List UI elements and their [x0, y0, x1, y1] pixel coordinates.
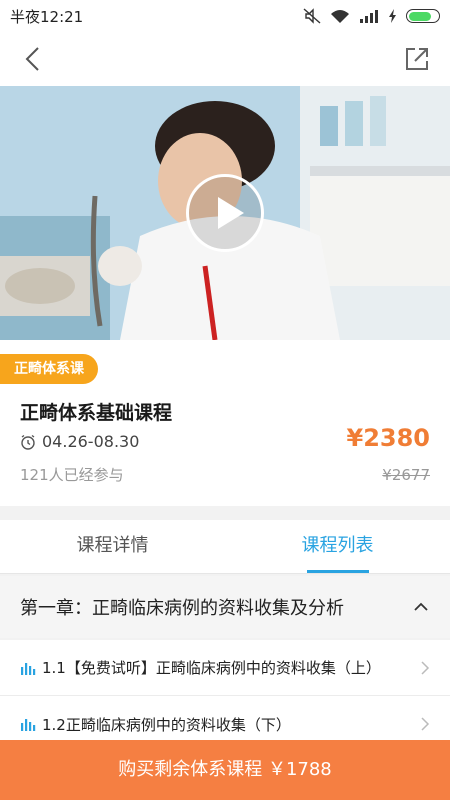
original-price: ¥2677 [382, 466, 430, 484]
tab-course-details[interactable]: 课程详情 [0, 520, 225, 573]
video-player[interactable] [0, 86, 450, 340]
course-date-range: 04.26-08.30 [42, 432, 140, 451]
battery-icon [406, 9, 440, 23]
course-title: 正畸体系基础课程 [20, 402, 173, 424]
participant-count: 121人已经参与 [20, 466, 124, 484]
chevron-right-icon [421, 660, 430, 675]
course-price: ¥2380 [346, 424, 431, 452]
chapter-title: 第一章：正畸临床病例的资料收集及分析 [20, 598, 344, 619]
buy-remaining-button[interactable]: 购买剩余体系课程 ￥1788 [0, 740, 450, 800]
nav-bar [0, 32, 450, 86]
charging-icon [389, 9, 396, 23]
back-arrow-icon[interactable] [18, 44, 48, 74]
chapter-header[interactable]: 第一章：正畸临床病例的资料收集及分析 [0, 576, 450, 638]
play-icon[interactable] [186, 174, 264, 252]
clock-icon [21, 434, 35, 450]
status-bar: 半夜12:21 [0, 0, 450, 32]
course-tag: 正畸体系课 [0, 354, 98, 384]
audio-bars-icon [21, 662, 36, 675]
date-row: 04.26-08.30 [20, 432, 139, 451]
wifi-icon [331, 9, 349, 23]
chevron-up-icon[interactable] [412, 598, 430, 616]
share-icon[interactable] [402, 44, 432, 74]
signal-icon [360, 10, 378, 23]
audio-bars-icon [21, 719, 36, 731]
lesson-title: 1.1【免费试听】正畸临床病例中的资料收集（上） [42, 659, 381, 677]
list-item[interactable]: 1.1【免费试听】正畸临床病例中的资料收集（上） [0, 640, 450, 696]
mute-icon [303, 8, 321, 24]
tab-course-list[interactable]: 课程列表 [225, 520, 450, 573]
course-info: 正畸体系课 正畸体系基础课程 04.26-08.30 ¥2380 121人已经参… [0, 340, 450, 506]
status-icons [303, 8, 440, 24]
tab-bar: 课程详情 课程列表 [0, 520, 450, 574]
status-time: 半夜12:21 [10, 7, 84, 26]
lesson-title: 1.2正畸临床病例中的资料收集（下） [42, 715, 291, 734]
chevron-right-icon [421, 717, 430, 731]
